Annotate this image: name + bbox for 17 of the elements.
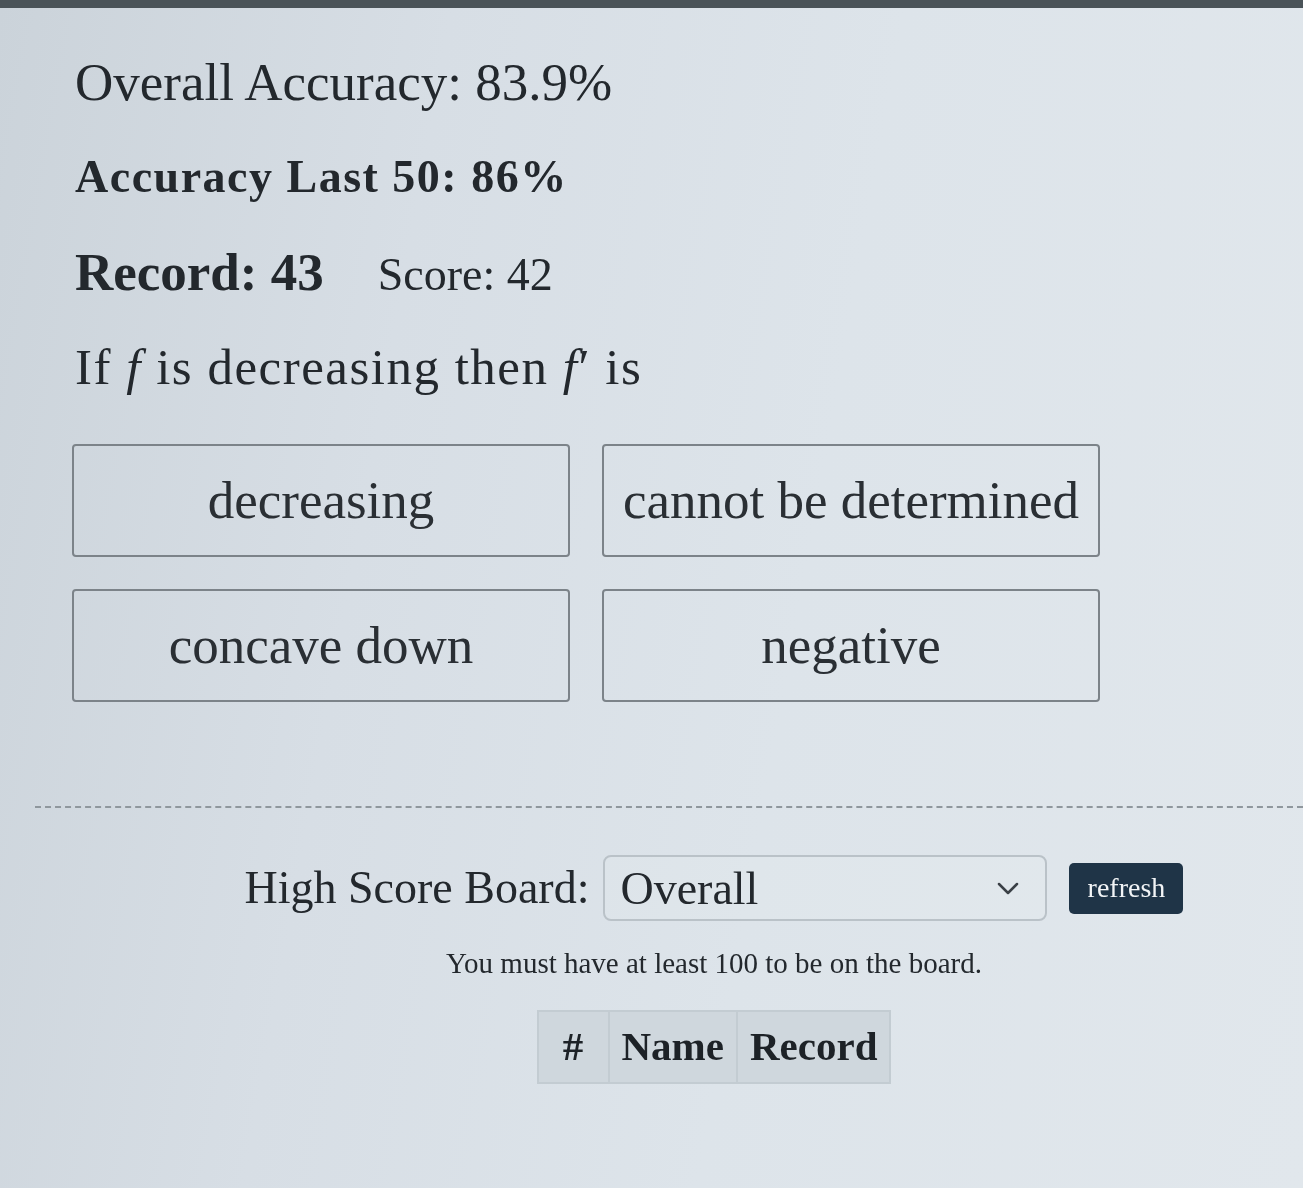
answer-button[interactable]: concave down xyxy=(72,589,570,702)
overall-accuracy-text: Overall Accuracy: 83.9% xyxy=(75,52,614,113)
refresh-button[interactable]: refresh xyxy=(1069,862,1184,914)
column-header: # xyxy=(537,1011,609,1083)
answer-button[interactable]: negative xyxy=(602,589,1100,702)
board-label: High Score Board: xyxy=(244,861,590,915)
record-text: Record: 43 xyxy=(75,243,324,301)
answer-button[interactable]: cannot be determined xyxy=(602,444,1100,557)
chevron-down-icon xyxy=(997,881,1020,895)
last-50-accuracy-text: Accuracy Last 50: 86% xyxy=(75,151,569,203)
score-text: Score: 42 xyxy=(377,248,553,302)
column-header: Name xyxy=(608,1011,737,1083)
board-dropdown[interactable]: Overall xyxy=(603,855,1048,921)
board-notice: You must have at least 100 to be on the board. xyxy=(445,946,983,980)
column-header: Record xyxy=(736,1011,891,1083)
answer-button[interactable]: decreasing xyxy=(72,444,570,557)
question-text: If f is decreasing then f′ is xyxy=(75,338,644,396)
